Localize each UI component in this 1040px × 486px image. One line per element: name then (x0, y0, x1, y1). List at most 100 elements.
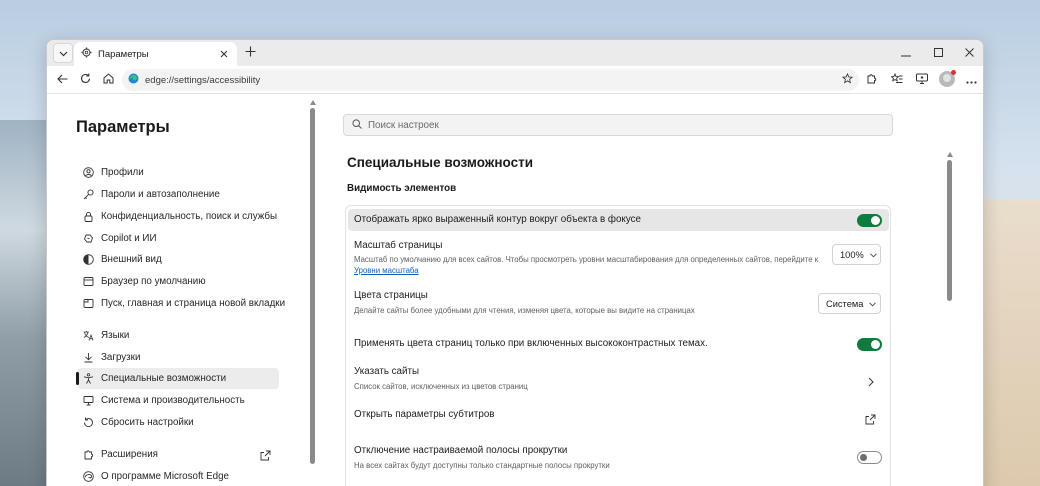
sidebar-item-profiles[interactable]: Профили (77, 162, 279, 183)
refresh-icon (80, 71, 91, 89)
zoom-value: 100% (840, 249, 864, 260)
settings-search[interactable] (343, 114, 893, 136)
browser-icon (83, 276, 94, 287)
scroll-up-arrow-icon[interactable] (947, 152, 953, 157)
custom-scrollbar-toggle[interactable] (857, 451, 882, 464)
setting-title: Отключение настраиваемой полосы прокрутк… (354, 445, 568, 456)
sidebar-item-appearance[interactable]: Внешний вид (77, 249, 279, 270)
close-window-button[interactable] (952, 40, 983, 66)
sidebar-scrollbar[interactable] (310, 100, 316, 486)
sidebar-item-passwords[interactable]: Пароли и автозаполнение (77, 184, 279, 205)
sidebar-item-extensions[interactable]: Расширения (77, 444, 279, 465)
high-contrast-toggle[interactable] (857, 338, 882, 351)
close-icon (964, 44, 974, 62)
scroll-up-arrow-icon[interactable] (310, 100, 316, 105)
favorites-button[interactable] (887, 71, 907, 89)
appearance-icon (83, 254, 94, 265)
sidebar-item-privacy[interactable]: Конфиденциальность, поиск и службы (77, 206, 279, 227)
setting-focus-outline[interactable]: Отображать ярко выраженный контур вокруг… (348, 209, 889, 231)
sidebar-item-label: Внешний вид (101, 254, 162, 265)
external-link-icon[interactable] (260, 448, 271, 466)
languages-icon (83, 330, 94, 341)
setting-captions[interactable]: Открыть параметры субтитров (346, 403, 890, 433)
setting-title: Масштаб страницы (354, 240, 443, 251)
sidebar-item-label: Специальные возможности (101, 373, 227, 384)
zoom-dropdown[interactable]: 100% (832, 244, 881, 265)
setting-title: Применять цвета страниц только при включ… (354, 338, 708, 349)
more-dots-icon (965, 71, 977, 89)
sidebar-item-accessibility[interactable]: Специальные возможности (77, 368, 279, 389)
page-colors-dropdown[interactable]: Система (818, 293, 881, 314)
gear-icon (81, 45, 92, 63)
edge-icon (83, 471, 94, 482)
minimize-button[interactable] (889, 40, 923, 66)
sidebar-item-label: Пуск, главная и страница новой вкладки (101, 298, 286, 309)
sidebar-item-label: Copilot и ИИ (101, 233, 157, 244)
active-indicator (76, 372, 79, 385)
sidebar-item-reset[interactable]: Сбросить настройки (77, 412, 279, 433)
favorite-star-icon[interactable] (841, 71, 854, 89)
setting-page-zoom: Масштаб страницы Масштаб по умолчанию дл… (346, 237, 890, 283)
sidebar-item-languages[interactable]: Языки (77, 325, 279, 346)
sidebar-item-about-edge[interactable]: О программе Microsoft Edge (77, 466, 279, 486)
collections-button[interactable] (912, 71, 932, 89)
tab-actions-button[interactable] (53, 43, 73, 63)
sidebar-item-label: О программе Microsoft Edge (101, 471, 229, 482)
reset-icon (83, 417, 94, 428)
setting-specify-sites[interactable]: Указать сайты Список сайтов, исключенных… (346, 363, 890, 399)
desktop-wallpaper-left (0, 120, 48, 486)
sidebar-item-system[interactable]: Система и производительность (77, 390, 279, 411)
page-colors-value: Система (826, 298, 864, 309)
setting-title: Цвета страницы (354, 290, 428, 301)
notification-dot (951, 70, 956, 75)
sidebar-item-label: Система и производительность (101, 395, 245, 406)
external-link-icon[interactable] (865, 412, 876, 430)
tab-settings[interactable]: Параметры (74, 42, 237, 66)
sidebar-item-label: Конфиденциальность, поиск и службы (101, 211, 278, 222)
setting-description: Масштаб по умолчанию для всех сайтов. Чт… (354, 254, 832, 276)
tab-title: Параметры (98, 48, 149, 60)
more-menu-button[interactable] (961, 71, 981, 89)
url-field[interactable]: edge://settings/accessibility (122, 69, 859, 91)
setting-title: Открыть параметры субтитров (354, 409, 495, 420)
new-tab-button[interactable] (241, 44, 259, 62)
sidebar-item-label: Браузер по умолчанию (101, 276, 206, 287)
close-icon[interactable] (216, 46, 232, 62)
focus-outline-toggle[interactable] (857, 214, 882, 227)
newtab-icon (83, 298, 94, 309)
key-icon (83, 189, 94, 200)
url-text: edge://settings/accessibility (145, 74, 261, 86)
back-button[interactable] (52, 71, 72, 89)
sidebar-item-default-browser[interactable]: Браузер по умолчанию (77, 271, 279, 292)
main-scrollbar[interactable] (947, 152, 953, 486)
zoom-levels-link[interactable]: Уровни масштаба (354, 266, 419, 275)
scrollbar-thumb[interactable] (310, 108, 315, 464)
refresh-button[interactable] (75, 71, 95, 89)
settings-card: Отображать ярко выраженный контур вокруг… (345, 205, 891, 486)
settings-main: Специальные возможности Видимость элемен… (343, 94, 963, 486)
favorites-list-icon (890, 71, 903, 89)
settings-sidebar: Параметры Профили Пароли и автозаполнени… (47, 94, 317, 486)
search-icon (352, 116, 362, 134)
maximize-button[interactable] (921, 40, 955, 66)
search-input[interactable] (368, 119, 868, 131)
maximize-icon (933, 44, 943, 62)
address-bar: edge://settings/accessibility (47, 66, 983, 94)
download-icon (83, 352, 94, 363)
sidebar-item-copilot[interactable]: Copilot и ИИ (77, 228, 279, 249)
setting-disable-custom-scrollbar[interactable]: Отключение настраиваемой полосы прокрутк… (346, 442, 890, 478)
home-button[interactable] (98, 71, 118, 89)
extensions-button[interactable] (861, 71, 881, 89)
desktop-wallpaper-right (982, 200, 1040, 486)
sidebar-item-label: Пароли и автозаполнение (101, 189, 220, 200)
sidebar-item-start-home-newtab[interactable]: Пуск, главная и страница новой вкладки (77, 293, 285, 314)
sidebar-item-label: Сбросить настройки (101, 417, 194, 428)
sidebar-item-label: Загрузки (101, 352, 141, 363)
chevron-right-icon[interactable] (868, 374, 874, 392)
setting-high-contrast-only[interactable]: Применять цвета страниц только при включ… (346, 331, 890, 357)
scrollbar-thumb[interactable] (947, 160, 952, 301)
sidebar-item-downloads[interactable]: Загрузки (77, 347, 279, 368)
chevron-down-icon (869, 299, 877, 309)
setting-title: Указать сайты (354, 366, 420, 377)
section-title: Видимость элементов (347, 183, 457, 194)
